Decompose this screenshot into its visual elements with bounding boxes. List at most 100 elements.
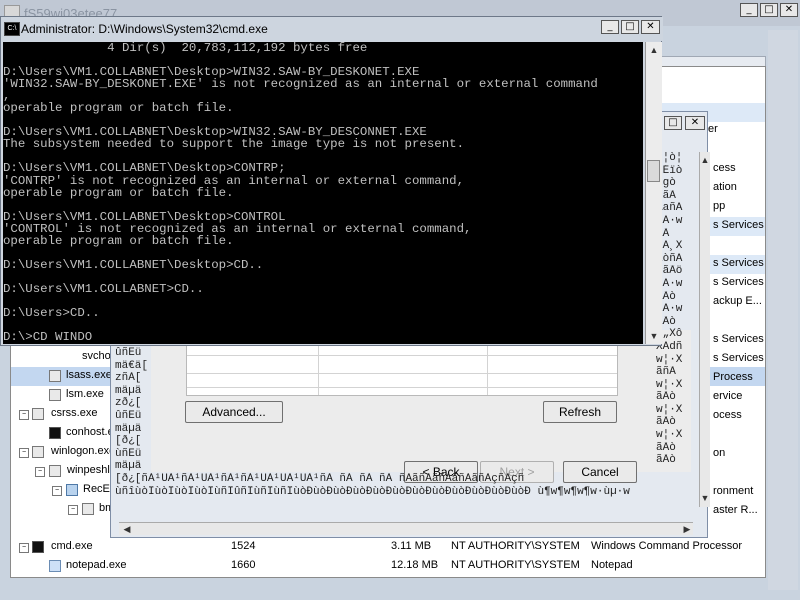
collapse-toggle-icon[interactable]: − (19, 410, 29, 420)
garbled-line: ù„Xô (656, 328, 683, 341)
console-output[interactable]: 4 Dir(s) 20,783,112,192 bytes free D:\Us… (3, 42, 643, 344)
process-memory: 3.11 MB (391, 540, 432, 552)
garbled-line: ãÃ (656, 227, 670, 240)
process-memory: 12.18 MB (391, 559, 439, 571)
horizontal-scrollbar[interactable]: ◀ ▶ (119, 522, 693, 535)
console-line: operable program or batch file. (3, 233, 234, 248)
process-description: Notepad (591, 559, 633, 571)
garbled-line: ãÃò (656, 416, 676, 429)
garbled-line: ûñËü (115, 347, 142, 359)
maximize-button[interactable]: □ (760, 3, 778, 17)
console-line: 'CONTROL' is not recognized as an intern… (3, 221, 472, 236)
garbled-line: ûñËü (115, 409, 142, 422)
description-fragment: s Services (713, 352, 764, 364)
right-panel (768, 30, 798, 590)
description-fragment: s Services (713, 276, 764, 288)
garbled-line: ãñÃ (656, 366, 676, 379)
description-fragment: pp (713, 200, 726, 212)
description-fragment: s Services (713, 257, 764, 269)
collapse-toggle-icon[interactable]: − (19, 448, 29, 458)
scroll-up-icon[interactable]: ▲ (700, 152, 710, 168)
collapse-toggle-icon[interactable]: − (68, 505, 78, 515)
description-fragment: s Services (713, 333, 764, 345)
table-row[interactable]: − cmd.exe 1524 3.11 MB NT AUTHORITY\SYST… (11, 538, 765, 557)
garbled-line: w¦·X (656, 378, 683, 391)
process-name: cmd.exe (51, 540, 93, 552)
process-name: winlogon.exe (51, 445, 116, 457)
garbled-line: XÄdñ (656, 340, 683, 353)
minimize-button[interactable]: _ (740, 3, 758, 17)
process-icon (82, 503, 94, 515)
notepad-icon (49, 560, 61, 572)
console-line: 4 Dir(s) 20,783,112,192 bytes free (3, 42, 368, 55)
process-icon (49, 389, 61, 401)
collapse-toggle-icon[interactable]: − (52, 486, 62, 496)
garbled-line: ÄañÄ (656, 202, 683, 215)
cmd-window-title: Administrator: D:\Windows\System32\cmd.e… (21, 22, 268, 36)
recovery-icon (66, 484, 78, 496)
collapse-toggle-icon[interactable]: − (19, 543, 29, 553)
garbled-line: ãÃò (656, 391, 676, 404)
console-line: 'CONTRP' is not recognized as an interna… (3, 173, 465, 188)
scroll-right-icon[interactable]: ▶ (679, 521, 695, 537)
garbled-line: ùÄ·w (656, 214, 683, 227)
description-fragment: ackup E... (713, 295, 762, 307)
scroll-down-icon[interactable]: ▼ (700, 490, 710, 506)
garbled-line: ùÄ·w (656, 277, 683, 290)
garbled-line: mäµä (115, 384, 142, 397)
garbled-line: [ð¿[ (115, 435, 142, 448)
garbled-line: mäµä (115, 422, 142, 435)
vertical-scrollbar[interactable]: ▲ ▼ (699, 152, 710, 507)
process-icon (32, 446, 44, 458)
maximize-button[interactable]: □ (664, 116, 682, 130)
process-icon (49, 370, 61, 382)
garbled-line: çãÂö (656, 265, 683, 278)
console-line: operable program or batch file. (3, 185, 234, 200)
maximize-button[interactable]: □ (621, 20, 639, 34)
description-fragment: ocess (713, 409, 742, 421)
description-fragment: Process (713, 371, 753, 383)
garbled-line: mä€ä[ (115, 359, 149, 372)
scroll-up-icon[interactable]: ▲ (646, 42, 662, 58)
garbled-line: zð¿[ (115, 397, 142, 410)
scroll-down-icon[interactable]: ▼ (646, 328, 662, 344)
scroll-left-icon[interactable]: ◀ (119, 521, 135, 537)
garbled-line: w¦·X (656, 429, 683, 442)
garbled-line: mäµä (115, 460, 142, 473)
console-icon (49, 427, 61, 439)
garbled-line: ãÃò (656, 454, 676, 467)
cmd-titlebar[interactable]: C:\ Administrator: D:\Windows\System32\c… (1, 17, 663, 41)
garbled-line: ò¦ò¦ (656, 152, 683, 164)
description-fragment: on (713, 447, 726, 459)
process-name: notepad.exe (66, 559, 127, 571)
close-button[interactable]: ✕ (641, 20, 660, 34)
process-icon (49, 465, 61, 477)
description-fragment: er (708, 123, 718, 135)
garbled-line: zñÀ[ (115, 372, 142, 385)
garbled-line: Egò (656, 177, 676, 190)
process-name: csrss.exe (51, 407, 98, 419)
scroll-thumb[interactable] (647, 160, 660, 182)
collapse-toggle-icon[interactable]: − (35, 467, 45, 477)
console-line: D:\Users\VM1.COLLABNET\Desktop>CD.. (3, 257, 264, 272)
description-fragment: ronment (713, 485, 754, 497)
garbled-line: ãÃò (656, 441, 676, 454)
console-line: 'WIN32.SAW-BY_DESKONET.EXE' is not recog… (3, 77, 598, 92)
garbled-text-overlay: ûñËü mä€ä[ zñÀ[ mäµä zð¿[ ûñËü mäµä [ð¿[… (115, 347, 695, 498)
close-button[interactable]: ✕ (685, 116, 705, 130)
table-row[interactable]: notepad.exe 1660 12.18 MB NT AUTHORITY\S… (11, 557, 765, 576)
garbled-line: ùÄ·w (656, 303, 683, 316)
minimize-button[interactable]: _ (601, 20, 619, 34)
cmd-vertical-scrollbar[interactable]: ▲ ▼ (645, 42, 662, 344)
description-fragment: ervice (713, 390, 743, 402)
description-fragment: s Services (713, 219, 764, 231)
garbled-line: ãÃò (656, 290, 676, 303)
process-name: lsm.exe (66, 388, 104, 400)
process-description: Windows Command Processor (591, 540, 742, 552)
close-button[interactable]: ✕ (780, 3, 798, 17)
console-line: D:\>CD WINDO (3, 330, 93, 344)
garbled-line: ¯ãÃ (656, 189, 676, 202)
description-fragment: aster R... (713, 504, 758, 516)
console-line: D:\Users\VM1.COLLABNET\Desktop>CONTROL (3, 209, 286, 224)
